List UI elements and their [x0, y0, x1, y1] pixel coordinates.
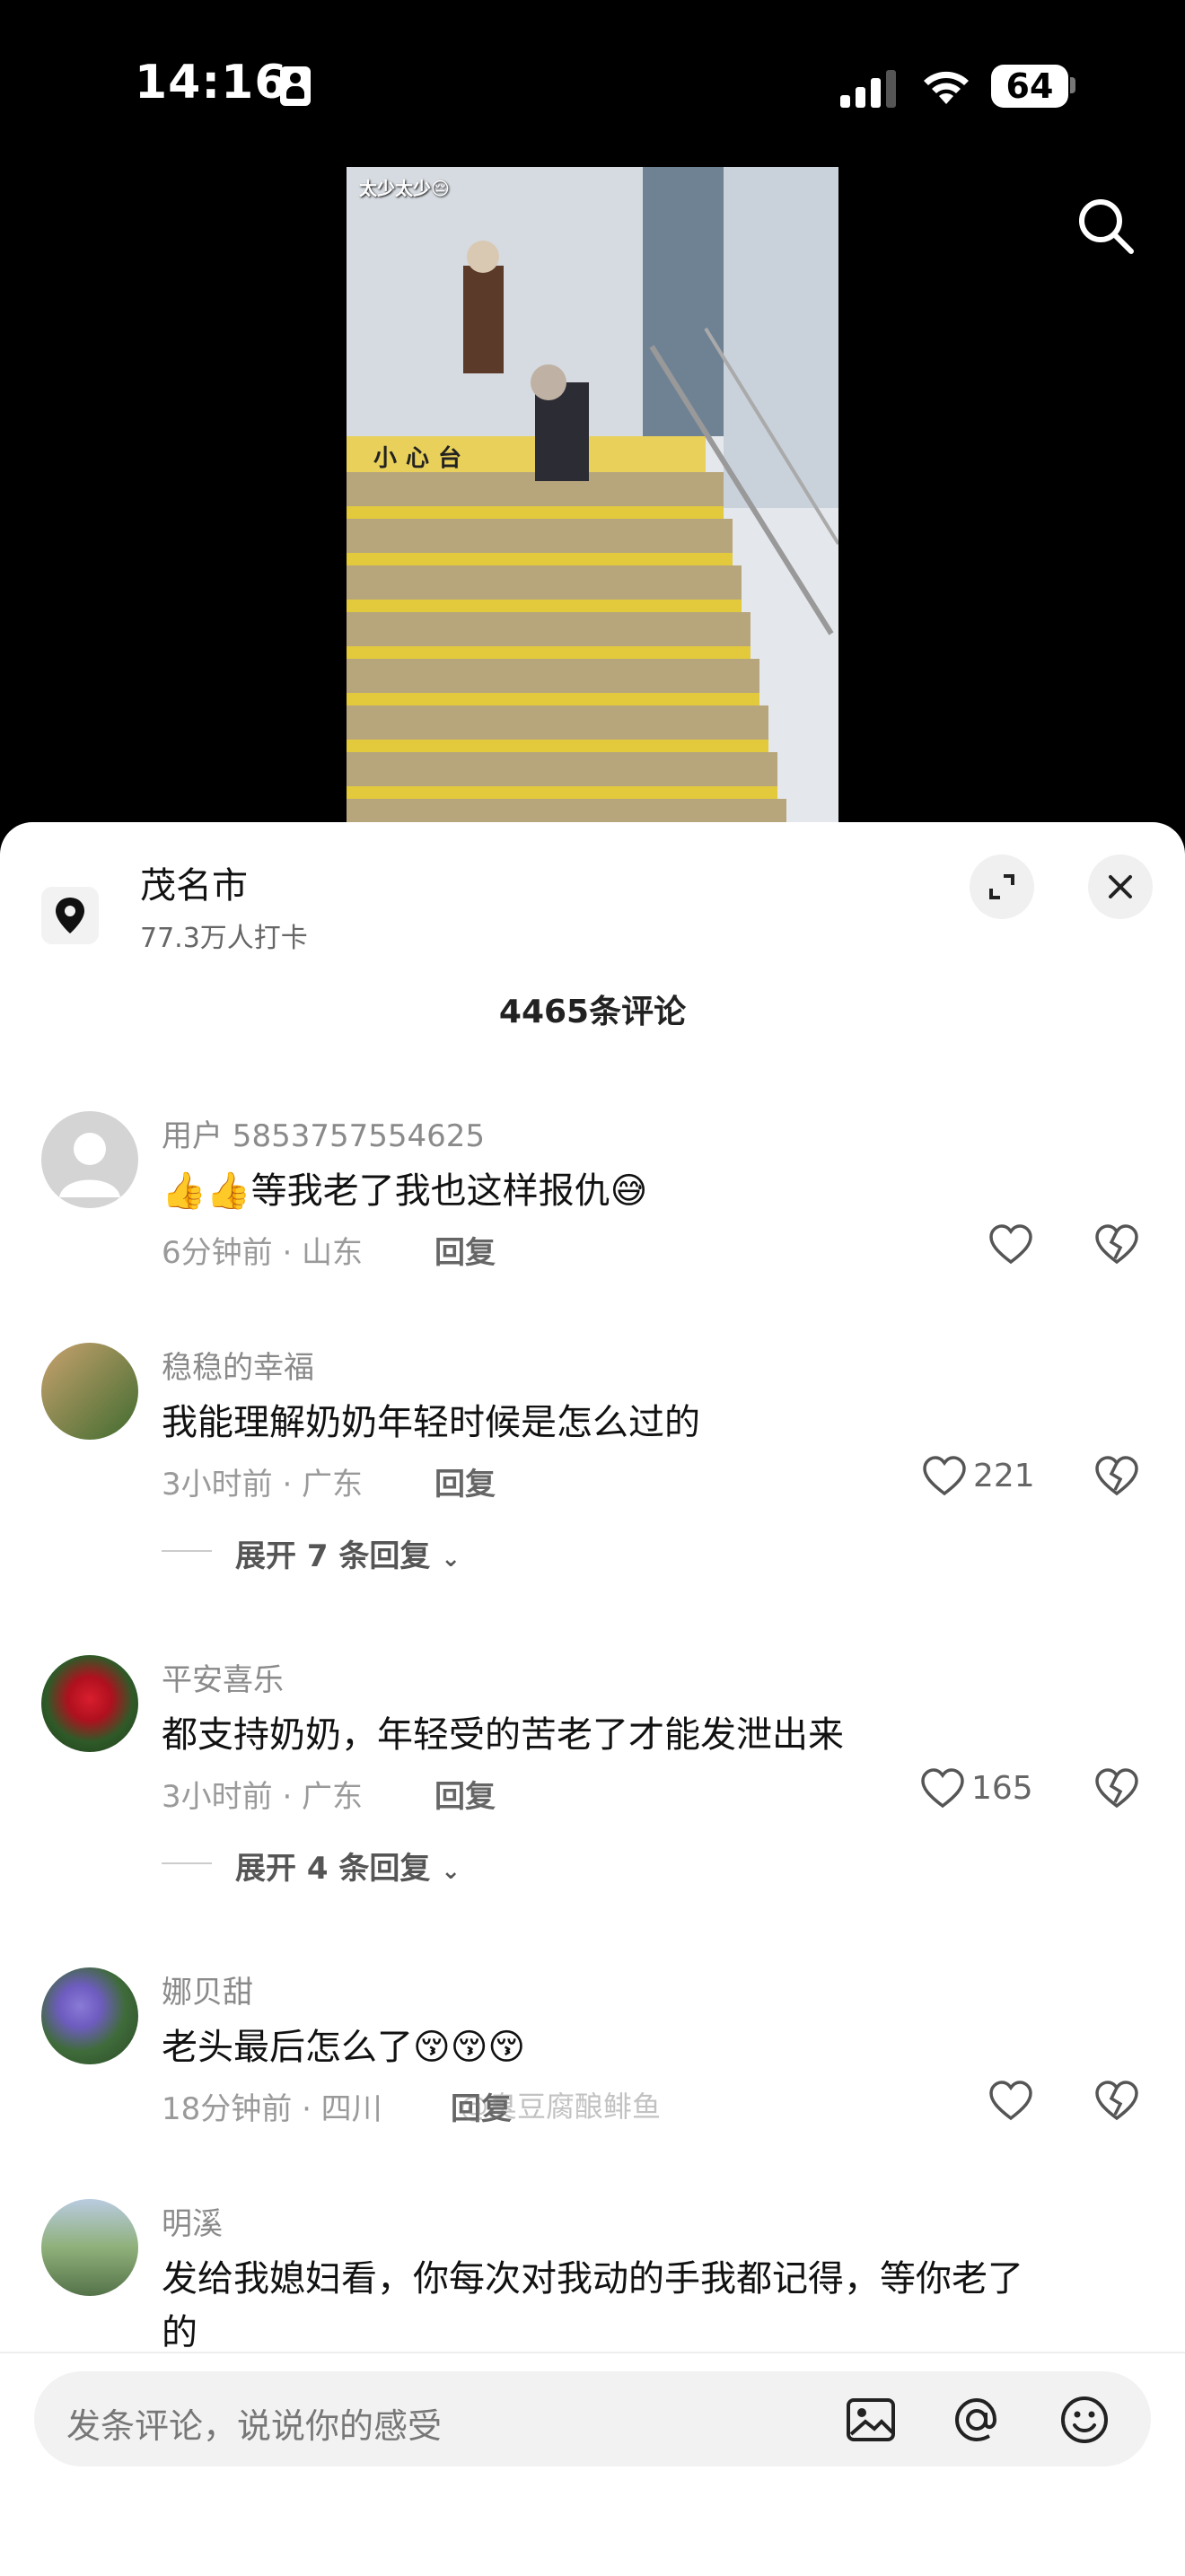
- video-caption: 太少太少😔: [359, 178, 450, 199]
- comment-meta: 3小时前 · 广东: [162, 1779, 364, 1815]
- person-icon: [280, 66, 311, 106]
- comment-input-placeholder: 发条评论，说说你的感受: [66, 2406, 443, 2446]
- image-icon[interactable]: [844, 2393, 898, 2447]
- location-pin-icon[interactable]: [41, 887, 99, 944]
- avatar[interactable]: [41, 1343, 138, 1440]
- wifi-icon: [924, 71, 969, 104]
- like-count: 221: [973, 1458, 1035, 1494]
- dislike-icon[interactable]: [1093, 1454, 1140, 1501]
- comment-meta: 3小时前 · 广东: [162, 1467, 364, 1503]
- like-count: 165: [971, 1770, 1033, 1807]
- comment-text: 发给我媳妇看，你每次对我动的手我都记得，等你老了: [162, 2258, 1023, 2300]
- heart-icon[interactable]: [988, 2079, 1034, 2125]
- comment-input[interactable]: 发条评论，说说你的感受: [34, 2371, 1151, 2466]
- comment-username[interactable]: 明溪: [162, 2199, 223, 2243]
- expand-replies-label: 展开 4 条回复: [235, 1851, 431, 1887]
- reply-button[interactable]: 回复: [434, 1459, 496, 1503]
- heart-icon[interactable]: [919, 1766, 966, 1813]
- video-player[interactable]: 太少太少😔 小心台: [347, 167, 838, 822]
- comment-sheet: 茂名市 77.3万人打卡 4465条评论 用户 5853757554625 👍👍…: [0, 822, 1185, 2574]
- avatar[interactable]: [41, 1655, 138, 1752]
- chevron-down-icon: ⌄: [441, 1546, 461, 1573]
- expand-icon: [989, 874, 1014, 899]
- dislike-icon[interactable]: [1093, 2079, 1140, 2125]
- comment-meta: 6分钟前 · 山东: [162, 1235, 364, 1271]
- heart-icon[interactable]: [921, 1454, 968, 1501]
- reply-button[interactable]: 回复: [434, 1228, 496, 1272]
- avatar[interactable]: [41, 2199, 138, 2296]
- comment-text: 都支持奶奶，年轻受的苦老了才能发泄出来: [162, 1714, 844, 1756]
- battery-tip: [1070, 77, 1075, 93]
- comment-text: 👍👍等我老了我也这样报仇😅: [162, 1170, 648, 1212]
- dislike-icon[interactable]: [1093, 1222, 1140, 1269]
- expand-replies-label: 展开 7 条回复: [235, 1538, 431, 1574]
- comment-text-continued: 的: [162, 2312, 198, 2353]
- video-frame: [347, 167, 838, 822]
- video-floor-sign: 小心台: [373, 445, 471, 472]
- comment-input-bar: 发条评论，说说你的感受: [0, 2352, 1185, 2576]
- location-name[interactable]: 茂名市: [140, 856, 248, 908]
- comment-count: 4465条评论: [498, 994, 687, 1030]
- expand-divider: [162, 1862, 212, 1864]
- avatar[interactable]: [41, 1111, 138, 1208]
- search-icon[interactable]: [1074, 194, 1137, 257]
- expand-replies-button[interactable]: 展开 7 条回复 ⌄: [235, 1531, 461, 1575]
- status-bar: 14:16 64: [0, 0, 1185, 171]
- comment-username[interactable]: 用户 5853757554625: [162, 1111, 485, 1155]
- battery-level: 64: [991, 65, 1068, 108]
- status-time: 14:16: [135, 56, 288, 110]
- signal-icon: [840, 70, 896, 108]
- comment-text: 我能理解奶奶年轻时候是怎么过的: [162, 1402, 700, 1443]
- expand-divider: [162, 1550, 212, 1552]
- expand-button[interactable]: [970, 854, 1034, 919]
- avatar[interactable]: [41, 1967, 138, 2064]
- close-button[interactable]: [1088, 854, 1153, 919]
- comment-meta: 18分钟前 · 四川: [162, 2091, 382, 2127]
- close-icon: [1109, 875, 1132, 898]
- comment-username[interactable]: 平安喜乐: [162, 1655, 284, 1699]
- at-icon[interactable]: [950, 2393, 1004, 2447]
- emoji-icon[interactable]: [1058, 2393, 1111, 2447]
- heart-icon[interactable]: [988, 1222, 1034, 1269]
- comment-username[interactable]: 稳稳的幸福: [162, 1343, 314, 1387]
- comment-text: 老头最后怎么了😚😚😚: [162, 2027, 526, 2068]
- comment-username[interactable]: 娜贝甜: [162, 1967, 253, 2011]
- reply-button[interactable]: 回复: [434, 1772, 496, 1816]
- watermark: @臭豆腐酿鲱鱼: [460, 2090, 662, 2124]
- expand-replies-button[interactable]: 展开 4 条回复 ⌄: [235, 1844, 461, 1888]
- chevron-down-icon: ⌄: [441, 1858, 461, 1885]
- location-checkins: 77.3万人打卡: [140, 923, 308, 954]
- dislike-icon[interactable]: [1093, 1766, 1140, 1813]
